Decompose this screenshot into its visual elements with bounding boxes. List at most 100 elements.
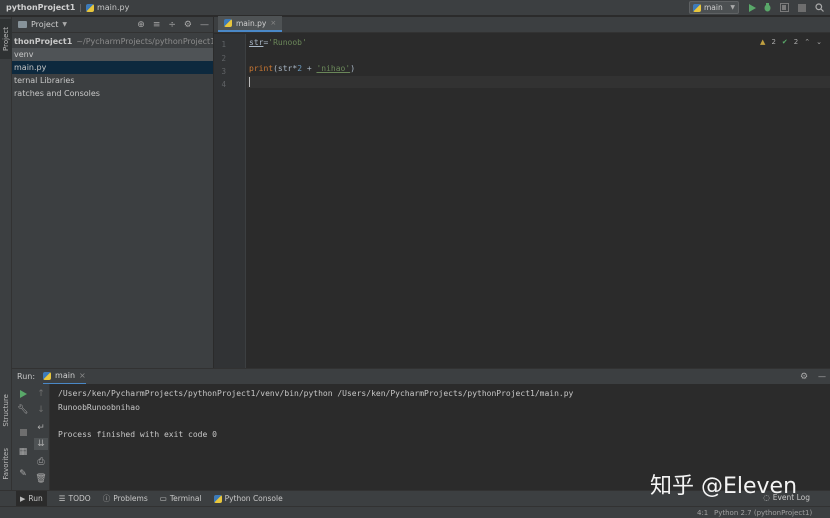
code-token: (str* — [273, 64, 298, 73]
python-icon — [693, 3, 701, 12]
code-token: str — [249, 38, 264, 47]
run-tool-label: Run: — [17, 372, 36, 381]
run-toolbar: ↑ 🔧︎ ↓ ↵ ⇊ ▦ ⎙ ✎ 🗑︎ — [12, 384, 50, 490]
project-panel-header: Project ▼ ⊕ ≡ ÷ ⚙ — — [12, 17, 213, 33]
run-tab-label: main — [55, 371, 76, 380]
bottom-tab-terminal[interactable]: ▭ Terminal — [160, 494, 202, 503]
bottom-tab-problems[interactable]: ⓘ Problems — [103, 493, 148, 504]
warning-triangle-icon: ▲ — [760, 38, 766, 46]
layout-icon[interactable]: ▦ — [16, 446, 30, 458]
project-panel: Project ▼ ⊕ ≡ ÷ ⚙ — thonProject1 ~/Pycha… — [12, 17, 214, 368]
project-tool-tab-label: Project — [2, 27, 10, 51]
bottom-tab-label: Run — [28, 494, 43, 503]
tree-item-label: venv — [14, 50, 34, 59]
code-token-string: 'Runoob' — [268, 38, 307, 47]
structure-tool-tab-label: Structure — [2, 393, 10, 427]
python-file-icon — [85, 3, 94, 12]
trash-icon[interactable]: 🗑︎ — [34, 473, 48, 485]
favorites-tool-tab[interactable]: Favorites — [0, 442, 12, 486]
tree-item-external-libraries[interactable]: ternal Libraries — [12, 74, 213, 87]
file-breadcrumb-label: main.py — [96, 3, 130, 12]
stop-icon[interactable] — [797, 3, 806, 12]
run-icon[interactable] — [747, 3, 756, 12]
console-line: Process finished with exit code 0 — [58, 429, 217, 439]
print-icon[interactable]: ⎙ — [34, 456, 48, 468]
expand-all-icon[interactable]: ≡ — [153, 20, 161, 30]
code-line-1[interactable]: str='Runoob' — [249, 38, 307, 47]
line-number-gutter: 1 2 3 4 — [214, 34, 246, 368]
code-token: ) — [350, 64, 356, 73]
bottom-tab-todo[interactable]: ☰ TODO — [59, 494, 91, 503]
settings-gear-icon[interactable]: ⚙ — [800, 372, 808, 382]
coverage-icon[interactable] — [780, 3, 789, 12]
python-console-icon — [213, 494, 222, 503]
tree-item-label: main.py — [14, 63, 47, 72]
editor-tab-label: main.py — [236, 18, 267, 28]
chevron-down-icon: ▼ — [730, 4, 735, 11]
console-line: /Users/ken/PycharmProjects/pythonProject… — [58, 389, 574, 398]
close-icon[interactable]: × — [270, 19, 276, 27]
hide-panel-icon[interactable]: — — [818, 372, 826, 381]
structure-tool-tab[interactable]: Structure — [0, 387, 12, 433]
tree-item-scratches[interactable]: ratches and Consoles — [12, 87, 213, 100]
favorites-tool-tab-label: Favorites — [2, 448, 10, 480]
console-line: RunoobRunoobnihao — [58, 402, 140, 412]
run-tab-main[interactable]: main × — [43, 369, 86, 385]
folder-icon — [18, 21, 27, 28]
collapse-all-icon[interactable]: ÷ — [168, 20, 176, 30]
code-line-3[interactable]: print(str*2 + 'nihao') — [249, 64, 355, 73]
project-panel-title[interactable]: Project — [31, 20, 58, 29]
line-number: 3 — [221, 67, 226, 76]
chevron-down-icon[interactable]: ▼ — [62, 21, 67, 28]
line-number: 4 — [221, 80, 226, 89]
arrow-down-icon[interactable]: ↓ — [34, 404, 48, 416]
search-everywhere-icon[interactable] — [815, 3, 824, 12]
python-interpreter[interactable]: Python 2.7 (pythonProject1) — [714, 509, 812, 517]
debug-icon[interactable] — [763, 3, 772, 12]
bottom-tab-label: Problems — [113, 494, 148, 503]
bottom-tab-run[interactable]: ▶ Run — [16, 491, 47, 506]
bottom-tab-python-console[interactable]: Python Console — [213, 494, 283, 503]
code-token-builtin: print — [249, 64, 274, 73]
run-configuration-select[interactable]: main ▼ — [689, 1, 739, 14]
tree-item-project-root[interactable]: thonProject1 ~/PycharmProjects/pythonPro… — [12, 35, 213, 48]
wrench-icon[interactable]: 🔧︎ — [16, 404, 30, 416]
check-icon: ✔ — [781, 38, 788, 46]
title-bar: pythonProject1 | main.py main ▼ — [0, 0, 830, 16]
soft-wrap-icon[interactable]: ↵ — [34, 422, 48, 434]
file-breadcrumb[interactable]: main.py — [85, 3, 130, 12]
weak-warnings-count: 2 — [793, 38, 799, 46]
locate-file-icon[interactable]: ⊕ — [137, 20, 145, 30]
tree-item-label: ternal Libraries — [14, 76, 75, 85]
tree-item-label: thonProject1 — [14, 37, 73, 46]
rerun-icon[interactable] — [16, 388, 30, 400]
hide-panel-icon[interactable]: — — [200, 20, 209, 30]
breadcrumb-separator: | — [79, 3, 82, 12]
todo-list-icon: ☰ — [58, 494, 66, 503]
close-icon[interactable]: × — [79, 371, 86, 380]
chevron-down-icon[interactable]: ⌄ — [816, 38, 822, 46]
editor-area: main.py × 1 2 3 4 str='Runoob' print(str… — [214, 16, 830, 368]
bottom-tab-label: TODO — [68, 494, 91, 503]
tree-item-main-py[interactable]: main.py — [12, 61, 213, 74]
line-number: 2 — [221, 54, 226, 63]
tree-item-venv[interactable]: venv — [12, 48, 213, 61]
editor-tab-main-py[interactable]: main.py × — [218, 16, 283, 32]
stop-icon[interactable] — [16, 426, 30, 438]
python-file-icon — [224, 19, 232, 27]
scroll-to-end-icon[interactable]: ⇊ — [34, 438, 48, 450]
pin-icon[interactable]: ✎ — [16, 468, 30, 480]
current-line-highlight — [247, 76, 830, 88]
arrow-up-icon[interactable]: ↑ — [34, 388, 48, 400]
bottom-tab-label: Python Console — [224, 494, 283, 503]
project-tool-tab[interactable]: Project — [0, 19, 12, 59]
settings-gear-icon[interactable]: ⚙ — [184, 20, 192, 30]
run-configuration-label: main — [704, 3, 723, 12]
caret-position[interactable]: 4:1 — [697, 509, 708, 517]
tree-item-label: ratches and Consoles — [14, 89, 100, 98]
chevron-up-icon[interactable]: ⌃ — [804, 38, 810, 46]
inspection-widget[interactable]: ▲ 2 ✔ 2 ⌃ ⌄ — [760, 38, 822, 46]
bottom-tab-label: Terminal — [169, 494, 202, 503]
project-breadcrumb[interactable]: pythonProject1 — [0, 3, 75, 12]
